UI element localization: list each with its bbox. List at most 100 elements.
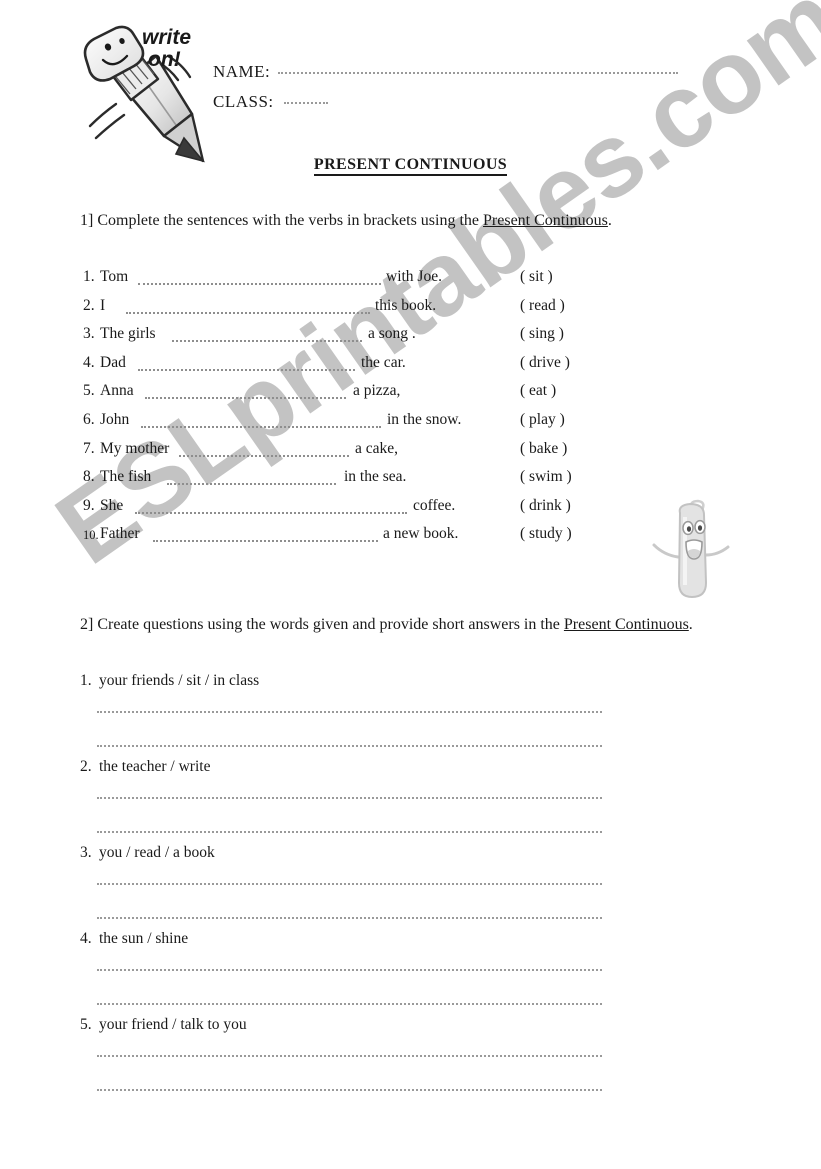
exercise2-prompt-row: 1. your friends / sit / in class	[80, 672, 720, 690]
exercise1-item-tail: with Joe.	[386, 268, 442, 285]
exercise1-item-tail: a cake,	[355, 439, 399, 457]
exercise2-answer-line[interactable]	[97, 1089, 602, 1091]
exercise1-item: 3. The girls a song . ( sing )	[83, 325, 703, 354]
exercise1-verb-hint: ( sit )	[520, 268, 553, 285]
exercise1-item-tail: a new book.	[383, 525, 459, 543]
exercise1-item-tail: coffee.	[413, 496, 456, 514]
exercise1-answer-blank[interactable]	[141, 425, 381, 428]
exercise1-item-number: 5.	[83, 382, 95, 400]
exercise1-item-tail: a pizza,	[353, 382, 401, 400]
exercise1-item-number: 1.	[83, 268, 95, 285]
exercise1-list: 1. Tom with Joe. ( sit ) 2. Ithis book. ( read…	[83, 268, 703, 554]
exercise1-item-subject: I	[100, 296, 106, 314]
name-field-row: NAME:	[213, 62, 679, 92]
exercise2-question-line[interactable]	[97, 969, 602, 971]
exercise2-prompt-row: 4. the sun / shine	[80, 930, 720, 948]
exercise2-question-line[interactable]	[97, 797, 602, 799]
class-label: CLASS:	[213, 92, 274, 111]
exercise1-item: 4. Dad the car. ( drive )	[83, 354, 703, 383]
exercise2-answer-line[interactable]	[97, 1003, 602, 1005]
exercise2-item: 5. your friend / talk to you	[80, 1016, 720, 1102]
exercise2-item-prompt: the teacher / write	[99, 758, 211, 775]
name-input[interactable]	[278, 72, 679, 74]
exercise1-item-subject: Dad	[100, 353, 126, 371]
exercise1-answer-blank[interactable]	[167, 483, 336, 486]
exercise2-item-number: 5.	[80, 1016, 92, 1033]
exercise1-item: 7. My mother a cake, ( bake )	[83, 440, 703, 469]
exercise2-item: 2. the teacher / write	[80, 758, 720, 844]
exercise2-prompt-row: 3. you / read / a book	[80, 844, 720, 862]
exercise1-item: 1. Tom with Joe. ( sit )	[83, 268, 703, 297]
exercise1-item-number: 9.	[83, 496, 95, 514]
exercise2-instruction: 2] Create questions using the words give…	[80, 616, 693, 634]
exercise1-instruction-term: Present Continuous	[483, 212, 608, 229]
exercise1-answer-blank[interactable]	[138, 283, 381, 285]
pencil-clipart: write on!	[72, 22, 212, 172]
exercise1-verb-hint: ( eat )	[520, 382, 557, 400]
exercise1-item-subject: John	[100, 410, 130, 428]
class-input[interactable]	[283, 102, 328, 104]
class-field-row: CLASS:	[213, 92, 678, 122]
exercise1-instruction-suffix: .	[607, 212, 612, 229]
exercise2-answer-line[interactable]	[97, 831, 602, 833]
exercise1-answer-blank[interactable]	[138, 368, 355, 371]
exercise1-instruction: 1] Complete the sentences with the verbs…	[80, 212, 612, 230]
exercise2-instruction-prefix: 2] Create questions using the words give…	[80, 616, 564, 633]
exercise1-item: 6. John in the snow. ( play )	[83, 411, 703, 440]
exercise2-item-prompt: your friend / talk to you	[99, 1016, 247, 1033]
exercise1-item-tail: a song .	[368, 325, 416, 343]
name-label: NAME:	[213, 62, 271, 81]
exercise1-item-subject: She	[100, 496, 124, 514]
page-title: PRESENT CONTINUOUS	[0, 156, 821, 176]
exercise1-answer-blank[interactable]	[153, 540, 378, 543]
exercise1-item-subject: Tom	[100, 268, 129, 285]
exercise1-item-subject: Anna	[100, 382, 134, 400]
exercise1-verb-hint: ( study )	[520, 525, 572, 543]
exercise2-answer-line[interactable]	[97, 745, 602, 747]
cartoon-mascot-clipart	[648, 497, 736, 605]
exercise2-question-line[interactable]	[97, 883, 602, 885]
exercise1-item-number: 3.	[83, 325, 95, 343]
exercise2-prompt-row: 2. the teacher / write	[80, 758, 720, 776]
exercise1-answer-blank[interactable]	[145, 397, 346, 400]
exercise2-answer-line[interactable]	[97, 917, 602, 919]
exercise1-item-tail: this book.	[375, 296, 437, 314]
exercise2-item-prompt: the sun / shine	[99, 930, 189, 947]
exercise1-item-subject: The fish	[100, 468, 152, 486]
exercise2-item-number: 1.	[80, 672, 92, 689]
exercise1-instruction-prefix: 1] Complete the sentences with the verbs…	[80, 212, 484, 229]
exercise2-item: 4. the sun / shine	[80, 930, 720, 1016]
exercise1-item: 9. She coffee. ( drink )	[83, 497, 703, 526]
exercise1-item-number: 7.	[83, 439, 95, 457]
exercise1-verb-hint: ( play )	[520, 410, 565, 428]
exercise1-verb-hint: ( bake )	[520, 439, 568, 457]
exercise2-item-prompt: your friends / sit / in class	[99, 672, 260, 689]
exercise2-list: 1. your friends / sit / in class 2. the tea…	[80, 672, 720, 1102]
exercise2-item: 1. your friends / sit / in class	[80, 672, 720, 758]
exercise1-answer-blank[interactable]	[135, 511, 407, 514]
exercise2-item-number: 3.	[80, 844, 92, 861]
exercise1-answer-blank[interactable]	[172, 340, 362, 343]
exercise2-item-prompt: you / read / a book	[99, 844, 215, 861]
worksheet-page: ESLprintables.com write on! NAME: CLASS:…	[0, 0, 821, 1169]
exercise1-item-subject: Father	[100, 525, 140, 543]
exercise2-question-line[interactable]	[97, 711, 602, 713]
clipart-caption-line2: on!	[148, 48, 181, 71]
exercise1-item: 2. Ithis book. ( read )	[83, 297, 703, 326]
exercise1-item-number: 2.	[83, 296, 95, 314]
exercise2-prompt-row: 5. your friend / talk to you	[80, 1016, 720, 1034]
exercise1-item-number: 8.	[83, 468, 95, 486]
exercise1-item-tail: in the sea.	[344, 468, 407, 486]
exercise2-item-number: 2.	[80, 758, 92, 775]
exercise2-question-line[interactable]	[97, 1055, 602, 1057]
exercise1-verb-hint: ( read )	[520, 296, 565, 314]
exercise1-item-number: 10.	[83, 528, 99, 543]
exercise1-verb-hint: ( sing )	[520, 325, 564, 343]
page-title-text: PRESENT CONTINUOUS	[313, 156, 508, 176]
exercise2-item-number: 4.	[80, 930, 92, 947]
exercise2-instruction-term: Present Continuous	[563, 616, 689, 633]
exercise1-item: 8. The fish in the sea. ( swim )	[83, 468, 703, 497]
exercise1-item-subject: My mother	[100, 439, 170, 457]
exercise1-answer-blank[interactable]	[179, 454, 349, 457]
exercise1-answer-blank[interactable]	[126, 311, 370, 314]
